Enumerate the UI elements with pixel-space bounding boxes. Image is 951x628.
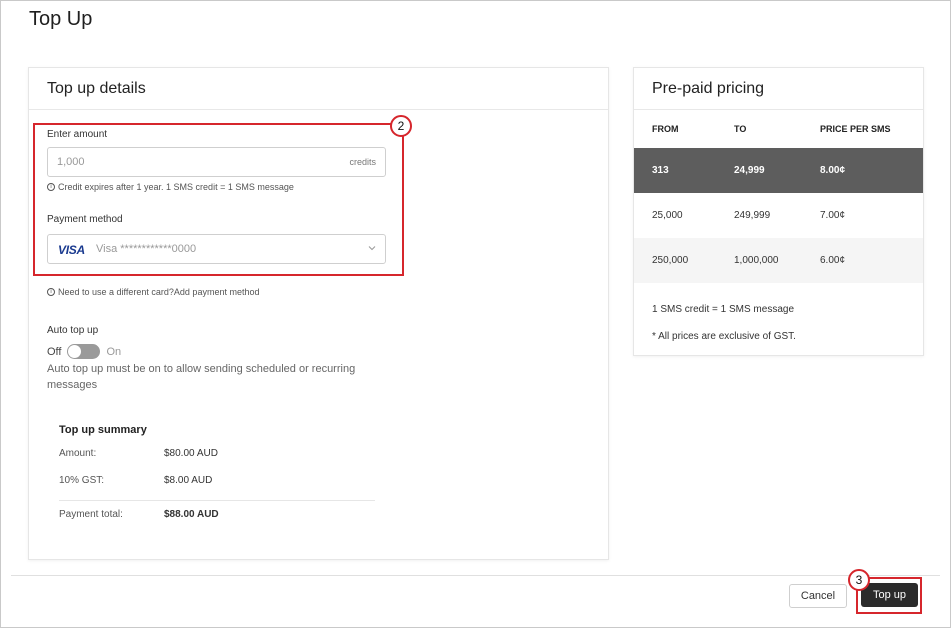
pre-paid-pricing-card: Pre-paid pricing FROM TO PRICE PER SMS 3…: [633, 67, 924, 356]
summary-total-label: Payment total:: [59, 509, 123, 520]
toggle-off-label: Off: [47, 345, 62, 358]
pricing-cell: 24,999: [716, 148, 802, 193]
col-to: TO: [734, 124, 747, 134]
annotation-box-2: [33, 123, 404, 276]
pricing-cell: 313: [634, 148, 716, 193]
annotation-badge-3: 3: [848, 569, 870, 591]
summary-total-value: $88.00 AUD: [164, 509, 219, 520]
toggle-knob: [68, 345, 82, 358]
pricing-row: 313 24,999 8.00¢: [634, 148, 923, 193]
pricing-cell: 249,999: [734, 210, 771, 221]
pricing-note-gst: * All prices are exclusive of GST.: [652, 331, 796, 342]
pricing-cell: 1,000,000: [716, 238, 802, 283]
auto-top-up-toggle[interactable]: [67, 344, 101, 359]
cancel-button[interactable]: Cancel: [789, 584, 847, 608]
details-card-header: Top up details: [29, 68, 608, 110]
pricing-header-row: FROM TO PRICE PER SMS: [634, 110, 923, 148]
pricing-cell: 6.00¢: [802, 238, 923, 283]
annotation-badge-2: 2: [390, 115, 412, 137]
pricing-card-header: Pre-paid pricing: [634, 68, 923, 110]
footer-divider: [11, 575, 940, 576]
pricing-cell: 7.00¢: [820, 210, 846, 221]
pricing-note-credit: 1 SMS credit = 1 SMS message: [652, 304, 795, 315]
info-icon: i: [47, 288, 55, 296]
pricing-row: 250,000 1,000,000 6.00¢: [634, 238, 923, 283]
toggle-on-label: On: [106, 345, 122, 358]
pricing-table: FROM TO PRICE PER SMS 313 24,999 8.00¢ 2…: [634, 110, 923, 283]
auto-top-up-toggle-row: Off On: [47, 344, 121, 359]
summary-amount-value: $80.00 AUD: [164, 448, 218, 459]
auto-top-up-label: Auto top up: [47, 325, 99, 336]
summary-gst-label: 10% GST:: [59, 475, 105, 486]
col-price: PRICE PER SMS: [820, 124, 891, 134]
pricing-row: 25,000 249,999 7.00¢: [634, 193, 923, 238]
pricing-cell: 250,000: [634, 238, 716, 283]
pricing-cell: 25,000: [652, 210, 683, 221]
page-title: Top Up: [29, 8, 93, 30]
summary-gst-value: $8.00 AUD: [164, 475, 213, 486]
summary-amount-label: Amount:: [59, 448, 97, 459]
summary-title: Top up summary: [59, 424, 147, 436]
summary-divider: [59, 500, 375, 501]
pricing-cell: 8.00¢: [802, 148, 923, 193]
card-hint-text: Need to use a different card?: [58, 287, 174, 297]
auto-top-up-description: Auto top up must be on to allow sending …: [47, 363, 356, 391]
col-from: FROM: [652, 124, 679, 134]
add-payment-method-link[interactable]: Add payment method: [174, 287, 260, 297]
card-hint: i Need to use a different card? Add payme…: [47, 287, 259, 297]
